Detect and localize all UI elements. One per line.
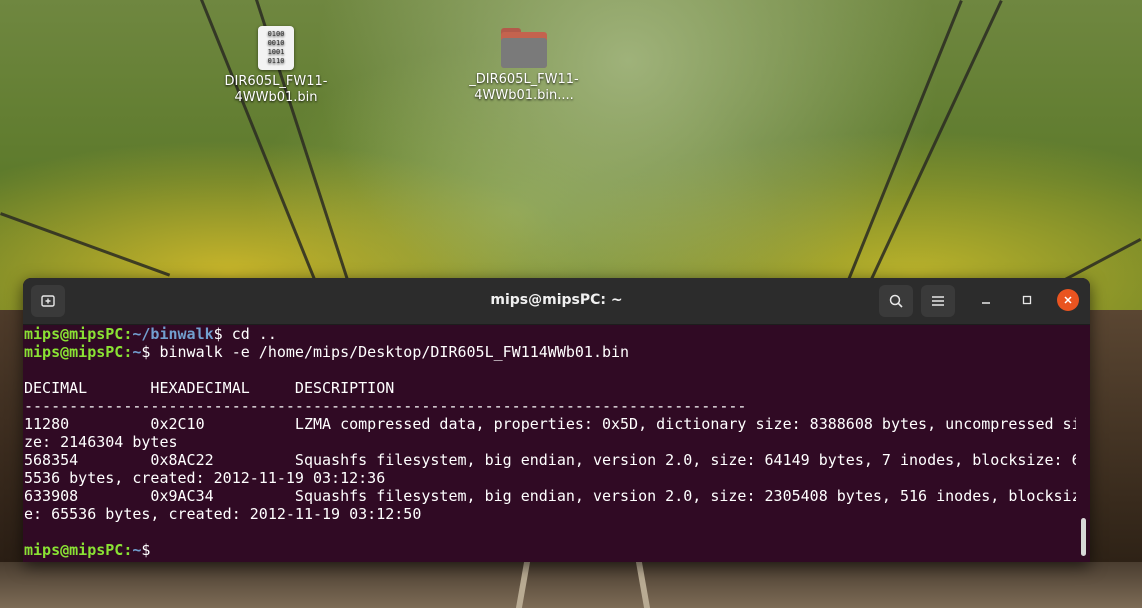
terminal-output[interactable]: mips@mipsPC:~/binwalk$ cd .. mips@mipsPC:… [23,325,1076,562]
prompt-command: $ cd .. [213,325,277,343]
terminal-output-line: 633908 0x9AC34 Squashfs filesystem, big … [24,487,1076,505]
folder-icon [501,28,547,68]
bridge-railing [1090,310,1142,562]
menu-button[interactable] [921,285,955,317]
minimize-button[interactable] [975,289,997,311]
terminal-output-line: e: 65536 bytes, created: 2012-11-19 03:1… [24,505,422,523]
terminal-prompt-line: mips@mipsPC:~$ [24,541,1076,559]
binary-file-icon: 0100 0010 1001 0110 [258,26,294,70]
terminal-output-line: 568354 0x8AC22 Squashfs filesystem, big … [24,451,1076,469]
terminal-window[interactable]: mips@mipsPC: ~ mips@mipsPC:~/binwalk$ cd… [23,278,1090,562]
terminal-output-line: DECIMAL HEXADECIMAL DESCRIPTION [24,379,395,397]
minimize-icon [982,302,990,304]
maximize-icon [1022,295,1032,305]
terminal-output-line: 11280 0x2C10 LZMA compressed data, prope… [24,415,1076,433]
bridge-railing [0,310,23,562]
bridge-cable [0,212,171,277]
close-button[interactable] [1057,289,1079,311]
search-button[interactable] [879,285,913,317]
terminal-titlebar[interactable]: mips@mipsPC: ~ [23,278,1090,325]
prompt-user: mips@mipsPC: [24,541,133,559]
terminal-output-line: ----------------------------------------… [24,397,747,415]
prompt-user: mips@mipsPC: [24,343,133,361]
desktop-icon-label: DIR605L_FW11- 4WWb01.bin [224,74,328,105]
terminal-output-line: 5536 bytes, created: 2012-11-19 03:12:36 [24,469,386,487]
terminal-scrollbar[interactable] [1081,518,1086,556]
search-icon [889,294,903,308]
hamburger-menu-icon [932,296,944,306]
prompt-user: mips@mipsPC: [24,325,133,343]
maximize-button[interactable] [1016,289,1038,311]
desktop-icon-label: _DIR605L_FW11- 4WWb01.bin.... [469,72,579,103]
desktop-icon-bin-file[interactable]: 0100 0010 1001 0110 DIR605L_FW11- 4WWb01… [216,26,336,106]
prompt-command: $ binwalk -e /home/mips/Desktop/DIR605L_… [141,343,630,361]
terminal-output-line: ze: 2146304 bytes [24,433,178,451]
bridge-cable [843,0,963,289]
bridge-cable [860,0,1003,301]
prompt-command: $ [141,541,160,559]
terminal-prompt-line: mips@mipsPC:~/binwalk$ cd .. [24,325,1076,343]
desktop-icon-extracted-folder[interactable]: _DIR605L_FW11- 4WWb01.bin.... [464,28,584,104]
prompt-path: ~/binwalk [132,325,214,343]
close-icon [1064,296,1072,304]
bridge-deck [0,562,1142,608]
terminal-prompt-line: mips@mipsPC:~$ binwalk -e /home/mips/Des… [24,343,1076,361]
